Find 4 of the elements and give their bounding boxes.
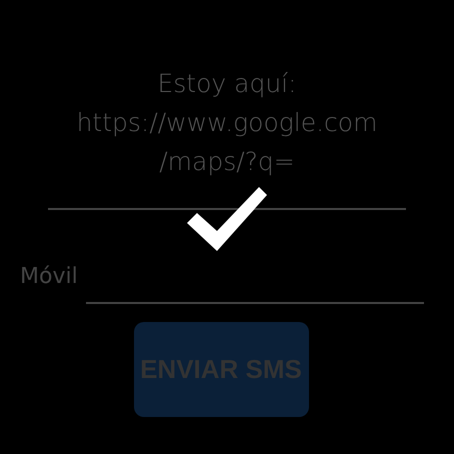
message-text: Estoy aquí:	[157, 68, 297, 100]
message-text: https://www.google.com	[76, 107, 378, 139]
message-text: /maps/?q=	[159, 146, 295, 178]
phone-label: Móvil	[20, 263, 78, 291]
